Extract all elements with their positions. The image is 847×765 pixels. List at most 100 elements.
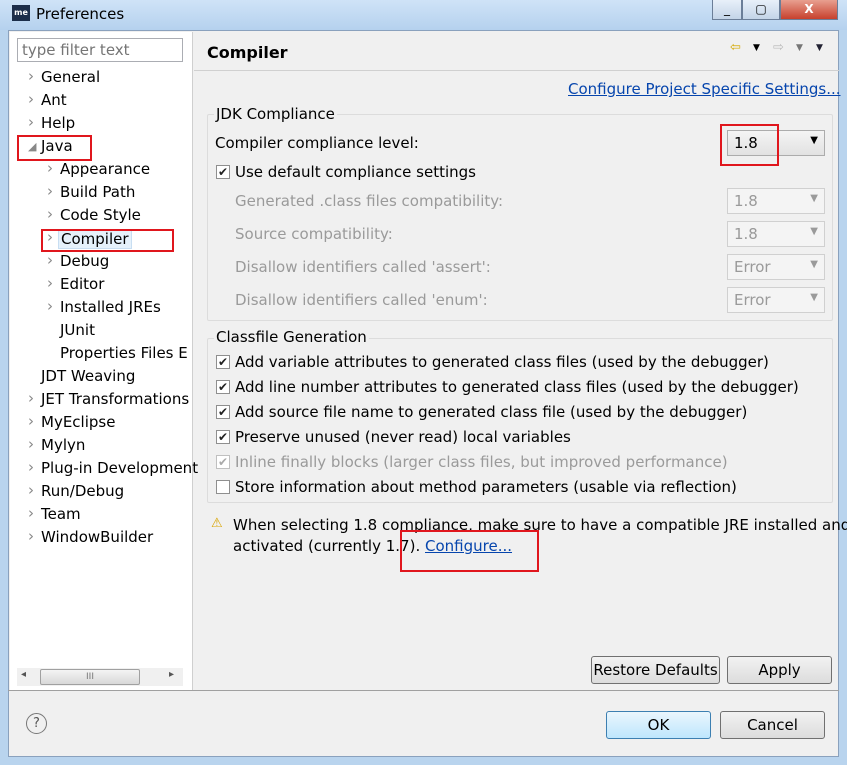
jdk-compliance-label: JDK Compliance (214, 105, 337, 123)
collapsed-arrow-icon[interactable]: › (28, 504, 34, 522)
classfile-option-label: Preserve unused (never read) local varia… (235, 428, 571, 446)
tree-item[interactable]: Debug (58, 252, 111, 270)
scroll-right-icon[interactable]: ▸ (169, 669, 174, 680)
view-menu-icon[interactable]: ▼ (816, 43, 823, 53)
tree-item[interactable]: Help (39, 114, 77, 132)
compliance-option-label: Disallow identifiers called 'enum': (235, 291, 488, 309)
ok-button[interactable]: OK (606, 711, 711, 739)
classfile-option-checkbox[interactable]: ✔ (216, 355, 230, 369)
compliance-option-select: Error ▼ (727, 287, 825, 313)
compliance-option-value: Error (734, 258, 771, 276)
classfile-generation-label: Classfile Generation (214, 328, 369, 346)
cancel-button[interactable]: Cancel (720, 711, 825, 739)
classfile-option-checkbox[interactable]: ✔ (216, 405, 230, 419)
warning-icon: ⚠ (211, 516, 223, 531)
maximize-button[interactable]: ▢ (742, 0, 780, 20)
tree-item[interactable]: Code Style (58, 206, 143, 224)
tree-item[interactable]: Mylyn (39, 436, 87, 454)
collapsed-arrow-icon[interactable]: › (28, 90, 34, 108)
highlight-java (17, 135, 92, 161)
warning-line-1: When selecting 1.8 compliance, make sure… (233, 516, 847, 534)
collapsed-arrow-icon[interactable]: › (28, 458, 34, 476)
collapsed-arrow-icon[interactable]: › (47, 182, 53, 200)
collapsed-arrow-icon[interactable]: › (28, 389, 34, 407)
scroll-left-icon[interactable]: ◂ (21, 669, 26, 680)
compliance-option-select: Error ▼ (727, 254, 825, 280)
classfile-option-label: Add variable attributes to generated cla… (235, 353, 769, 371)
back-menu-icon[interactable]: ▼ (753, 43, 760, 53)
highlight-compiler (41, 229, 174, 252)
classfile-option-checkbox: ✔ (216, 455, 230, 469)
classfile-option-checkbox[interactable]: ✔ (216, 430, 230, 444)
filter-input[interactable] (17, 38, 183, 62)
classfile-option-label: Inline finally blocks (larger class file… (235, 453, 728, 471)
scroll-thumb[interactable]: III (40, 669, 140, 685)
classfile-option-checkbox[interactable] (216, 480, 230, 494)
window-title: Preferences (36, 5, 125, 23)
footer-divider (8, 690, 839, 691)
compliance-option-select: 1.8 ▼ (727, 188, 825, 214)
tree-item[interactable]: Installed JREs (58, 298, 163, 316)
collapsed-arrow-icon[interactable]: › (28, 113, 34, 131)
collapsed-arrow-icon[interactable]: › (28, 412, 34, 430)
tree-item[interactable]: Run/Debug (39, 482, 126, 500)
forward-menu-icon[interactable]: ▼ (796, 43, 803, 53)
chevron-down-icon: ▼ (810, 193, 818, 204)
chevron-down-icon: ▼ (810, 292, 818, 303)
tree-item[interactable]: Ant (39, 91, 69, 109)
apply-button[interactable]: Apply (727, 656, 832, 684)
collapsed-arrow-icon[interactable]: › (28, 67, 34, 85)
tree-item[interactable]: Build Path (58, 183, 137, 201)
compliance-option-label: Source compatibility: (235, 225, 393, 243)
collapsed-arrow-icon[interactable]: › (47, 205, 53, 223)
restore-defaults-button[interactable]: Restore Defaults (591, 656, 720, 684)
chevron-down-icon: ▼ (810, 259, 818, 270)
title-bar: me Preferences _ ▢ X (0, 0, 847, 30)
tree-item[interactable]: JET Transformations (39, 390, 191, 408)
classfile-option-label: Store information about method parameter… (235, 478, 737, 496)
tree-item[interactable]: Appearance (58, 160, 152, 178)
header-divider (194, 70, 839, 71)
page-title: Compiler (207, 43, 288, 62)
use-default-label: Use default compliance settings (235, 163, 476, 181)
tree-item[interactable]: Team (39, 505, 83, 523)
compliance-option-select: 1.8 ▼ (727, 221, 825, 247)
collapsed-arrow-icon[interactable]: › (47, 274, 53, 292)
classfile-option-label: Add line number attributes to generated … (235, 378, 799, 396)
back-icon[interactable]: ⇦ (730, 40, 741, 55)
tree-item[interactable]: MyEclipse (39, 413, 117, 431)
project-specific-settings-link[interactable]: Configure Project Specific Settings... (568, 80, 841, 98)
chevron-down-icon: ▼ (810, 226, 818, 237)
app-logo: me (12, 5, 30, 21)
minimize-button[interactable]: _ (712, 0, 742, 20)
classfile-option-checkbox[interactable]: ✔ (216, 380, 230, 394)
collapsed-arrow-icon[interactable]: › (47, 251, 53, 269)
tree-item[interactable]: Properties Files E (58, 344, 190, 362)
help-icon[interactable]: ? (26, 713, 47, 734)
compliance-option-value: 1.8 (734, 225, 758, 243)
collapsed-arrow-icon[interactable]: › (28, 527, 34, 545)
tree-item[interactable]: JDT Weaving (39, 367, 137, 385)
compliance-option-value: Error (734, 291, 771, 309)
highlight-configure-link (400, 530, 539, 572)
tree-item[interactable]: JUnit (58, 321, 97, 339)
tree-item[interactable]: General (39, 68, 102, 86)
collapsed-arrow-icon[interactable]: › (47, 159, 53, 177)
compliance-level-label: Compiler compliance level: (215, 134, 419, 152)
close-button[interactable]: X (780, 0, 838, 20)
compliance-option-label: Generated .class files compatibility: (235, 192, 504, 210)
highlight-compliance-level (720, 124, 779, 166)
tree-item[interactable]: Plug-in Development (39, 459, 200, 477)
warning-line-2: activated (currently 1.7). (233, 537, 421, 555)
collapsed-arrow-icon[interactable]: › (28, 481, 34, 499)
tree-horizontal-scrollbar[interactable]: ◂ III ▸ (17, 668, 183, 686)
collapsed-arrow-icon[interactable]: › (47, 297, 53, 315)
forward-icon[interactable]: ⇨ (773, 40, 784, 55)
use-default-checkbox[interactable]: ✔ (216, 165, 230, 179)
tree-item[interactable]: WindowBuilder (39, 528, 155, 546)
chevron-down-icon: ▼ (810, 135, 818, 146)
tree-item[interactable]: Editor (58, 275, 106, 293)
compliance-option-value: 1.8 (734, 192, 758, 210)
collapsed-arrow-icon[interactable]: › (28, 435, 34, 453)
compliance-option-label: Disallow identifiers called 'assert': (235, 258, 491, 276)
